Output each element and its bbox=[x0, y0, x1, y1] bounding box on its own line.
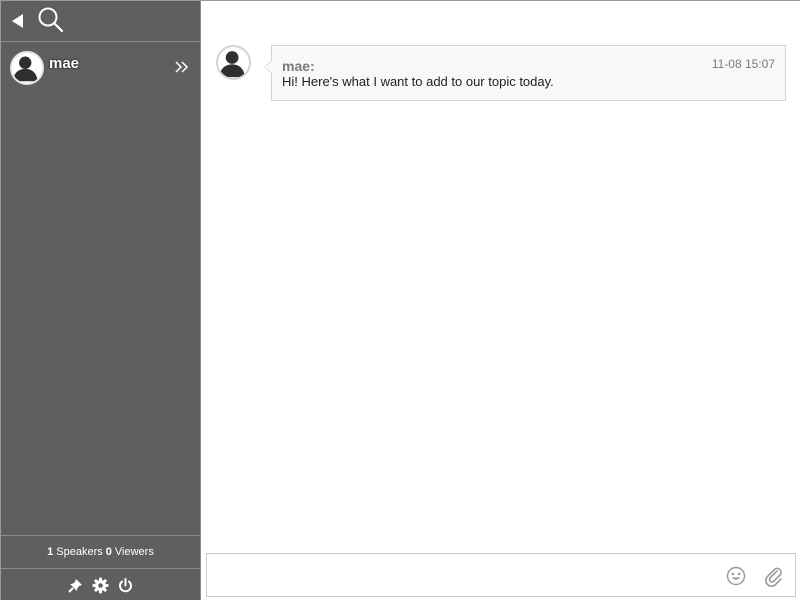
participant-counts: 1 Speakers 0 Viewers bbox=[1, 535, 200, 569]
speakers-label: Speakers bbox=[56, 546, 103, 558]
smiley-icon[interactable] bbox=[726, 566, 746, 586]
double-chevron-right-icon[interactable] bbox=[173, 58, 191, 76]
viewers-count: 0 bbox=[105, 546, 112, 558]
speakers-count: 1 bbox=[47, 546, 54, 558]
message-text: Hi! Here's what I want to add to our top… bbox=[282, 74, 554, 89]
bubble-pointer bbox=[264, 60, 272, 74]
avatar bbox=[216, 45, 251, 80]
user-list-item[interactable]: mae bbox=[1, 42, 200, 92]
gear-icon[interactable] bbox=[92, 577, 109, 594]
avatar bbox=[10, 51, 44, 85]
chat-message: mae: 11-08 15:07 Hi! Here's what I want … bbox=[216, 45, 786, 101]
message-input[interactable] bbox=[207, 554, 717, 596]
message-bubble: mae: 11-08 15:07 Hi! Here's what I want … bbox=[264, 45, 786, 101]
user-silhouette-icon bbox=[12, 56, 38, 82]
message-timestamp: 11-08 15:07 bbox=[711, 57, 775, 71]
message-composer bbox=[206, 553, 796, 597]
pin-icon[interactable] bbox=[67, 577, 84, 594]
sidebar-header bbox=[1, 1, 200, 42]
user-name: mae bbox=[49, 55, 80, 72]
sidebar-tools bbox=[1, 569, 200, 600]
message-sender: mae: bbox=[282, 58, 315, 74]
paperclip-icon[interactable] bbox=[763, 565, 785, 587]
chat-main: mae: 11-08 15:07 Hi! Here's what I want … bbox=[201, 1, 800, 600]
power-icon[interactable] bbox=[117, 577, 134, 594]
sidebar-footer: 1 Speakers 0 Viewers bbox=[1, 535, 200, 600]
viewers-label: Viewers bbox=[114, 546, 154, 558]
sidebar: mae 1 Speakers 0 Viewers bbox=[1, 1, 201, 600]
chat-window: mae 1 Speakers 0 Viewers mae: 11-08 15:0… bbox=[0, 0, 800, 600]
search-icon[interactable] bbox=[37, 6, 65, 34]
user-silhouette-icon bbox=[219, 51, 245, 78]
back-icon[interactable] bbox=[10, 13, 24, 29]
